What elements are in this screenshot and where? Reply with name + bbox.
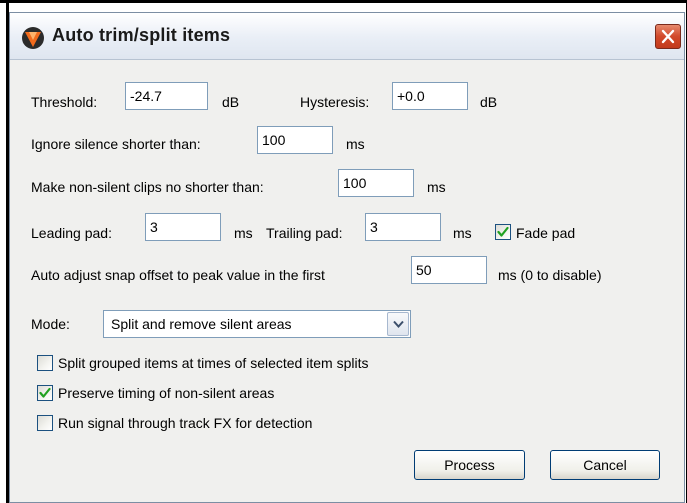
mode-label: Mode:	[31, 316, 70, 332]
hysteresis-label: Hysteresis:	[300, 94, 370, 110]
frame-top-edge	[0, 0, 687, 3]
chevron-down-icon	[393, 320, 404, 328]
min-clip-unit: ms	[427, 179, 446, 195]
title-bar[interactable]: Auto trim/split items	[10, 13, 684, 60]
leading-pad-input[interactable]	[145, 213, 221, 241]
min-clip-input[interactable]	[338, 169, 414, 197]
snap-offset-unit: ms (0 to disable)	[498, 267, 602, 283]
threshold-label: Threshold:	[31, 94, 98, 110]
reaper-logo-icon	[22, 27, 44, 49]
fade-pad-checkbox[interactable]	[495, 224, 511, 240]
mode-select[interactable]: Split and remove silent areas	[103, 310, 411, 338]
dialog-title: Auto trim/split items	[52, 25, 231, 45]
min-clip-label: Make non-silent clips no shorter than:	[31, 179, 264, 195]
ignore-silence-unit: ms	[346, 136, 365, 152]
threshold-input[interactable]	[125, 82, 208, 110]
threshold-unit: dB	[222, 94, 240, 110]
mode-dropdown-button[interactable]	[387, 312, 409, 336]
process-button[interactable]: Process	[414, 450, 525, 480]
trailing-pad-input[interactable]	[365, 213, 441, 241]
leading-pad-unit: ms	[234, 225, 253, 241]
cancel-button[interactable]: Cancel	[550, 450, 660, 480]
track-fx-detection-label: Run signal through track FX for detectio…	[58, 415, 313, 431]
hysteresis-input[interactable]	[392, 82, 468, 110]
preserve-timing-checkbox[interactable]	[37, 385, 53, 401]
ignore-silence-label: Ignore silence shorter than:	[31, 136, 201, 152]
split-grouped-label: Split grouped items at times of selected…	[58, 355, 369, 371]
trailing-pad-unit: ms	[453, 225, 472, 241]
preserve-timing-label: Preserve timing of non-silent areas	[58, 385, 275, 401]
checkmark-icon	[497, 226, 509, 237]
hysteresis-unit: dB	[480, 94, 498, 110]
mode-selected-value: Split and remove silent areas	[111, 316, 292, 332]
trailing-pad-label: Trailing pad:	[266, 225, 343, 241]
ignore-silence-input[interactable]	[257, 126, 333, 154]
snap-offset-input[interactable]	[411, 256, 487, 284]
auto-trim-split-dialog: Auto trim/split items Threshold: dB Hyst…	[9, 12, 685, 503]
snap-offset-label: Auto adjust snap offset to peak value in…	[31, 267, 325, 283]
fade-pad-label: Fade pad	[516, 225, 576, 241]
track-fx-detection-checkbox[interactable]	[37, 415, 53, 431]
checkmark-icon	[39, 387, 51, 398]
split-grouped-checkbox[interactable]	[37, 355, 53, 371]
close-icon	[661, 29, 675, 44]
close-button[interactable]	[655, 24, 681, 49]
leading-pad-label: Leading pad:	[31, 225, 112, 241]
